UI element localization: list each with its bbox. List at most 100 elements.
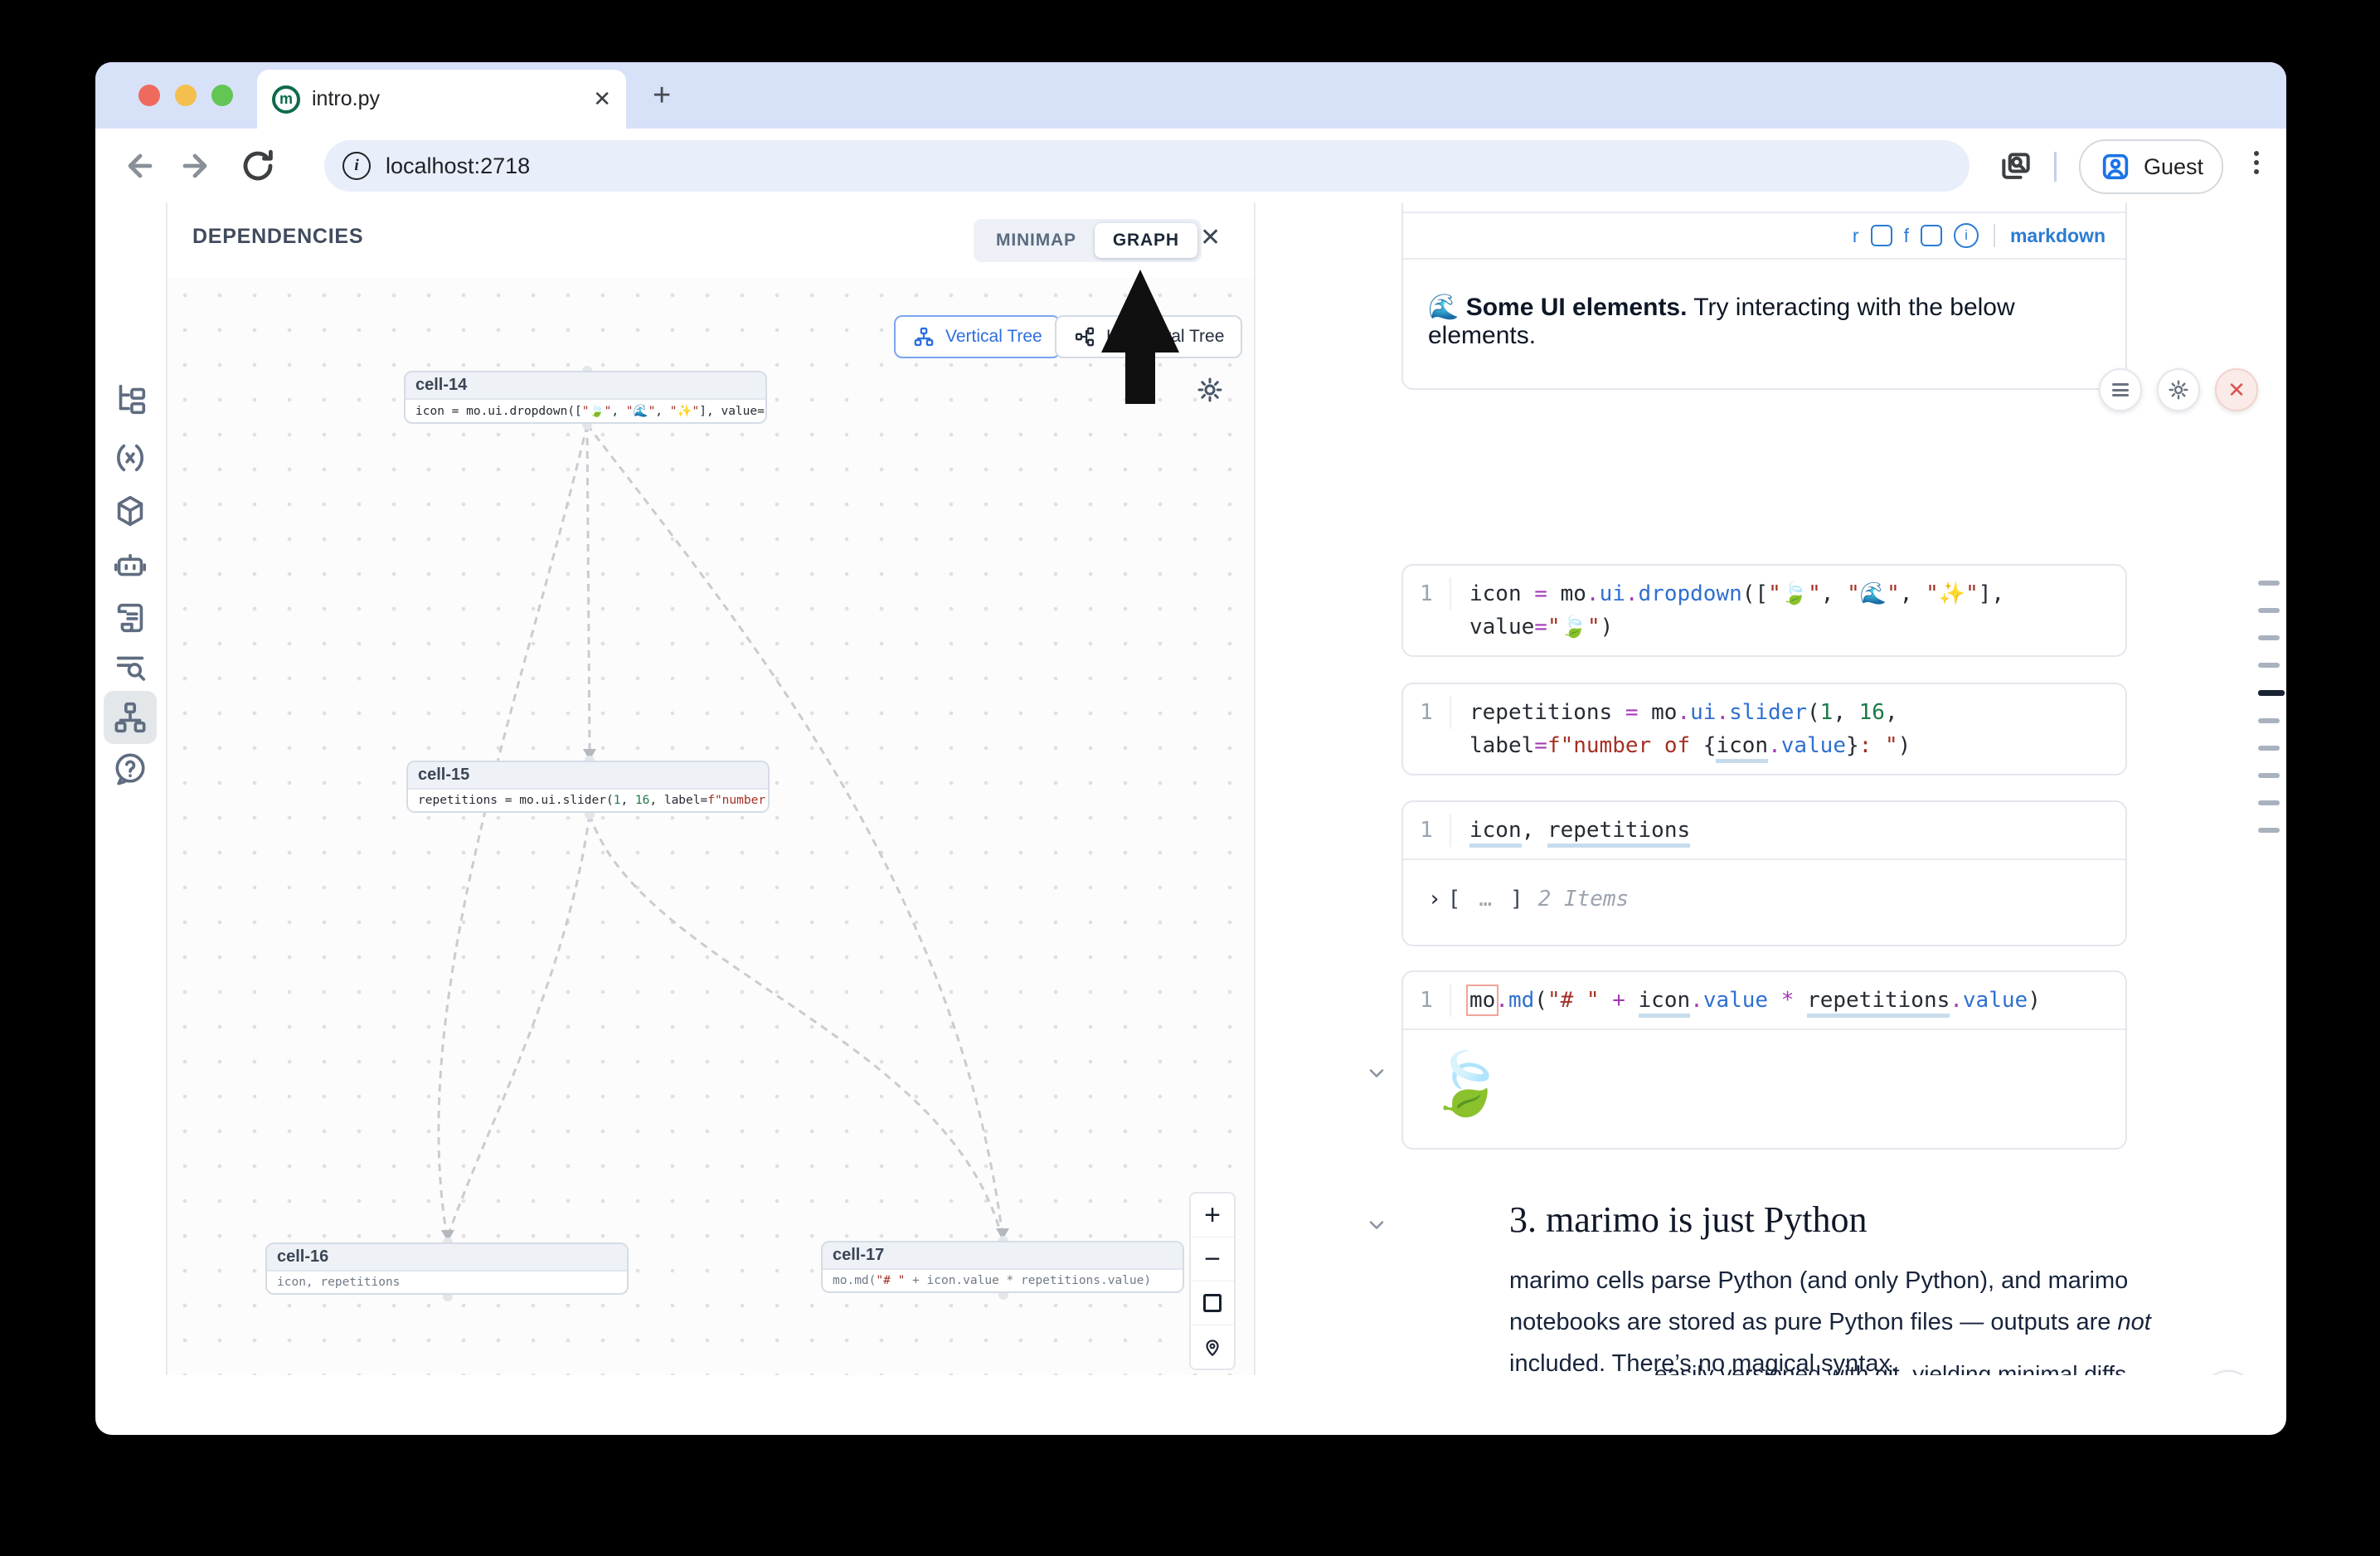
minimap-mark[interactable] bbox=[2258, 663, 2280, 668]
shutdown-button[interactable]: ✕ bbox=[2215, 368, 2258, 411]
cell-md-call[interactable]: 1 mo.md("# " + icon.value * repetitions.… bbox=[1401, 970, 2127, 1150]
cell-output: › [ … ] 2 Items bbox=[1403, 858, 2125, 945]
sidebar-item-ai-assistant[interactable] bbox=[104, 539, 157, 592]
line-number: 1 bbox=[1403, 696, 1451, 729]
file-tree-icon bbox=[111, 381, 149, 419]
graph-settings-icon[interactable] bbox=[1194, 374, 1226, 406]
cell-minimap bbox=[2258, 581, 2285, 833]
horizontal-tree-icon bbox=[1073, 325, 1096, 348]
minimap-mark[interactable] bbox=[2258, 800, 2280, 805]
code-editor[interactable]: repetitions = mo.ui.slider(1, 16, label=… bbox=[1451, 696, 1929, 762]
browser-tab-strip: m intro.py ✕ + bbox=[95, 62, 2286, 129]
zoom-in-button[interactable]: + bbox=[1191, 1194, 1234, 1238]
leaf-emoji-output: 🍃 bbox=[1428, 1053, 2101, 1115]
tab-graph[interactable]: GRAPH bbox=[1095, 223, 1197, 258]
zoom-out-button[interactable]: − bbox=[1191, 1238, 1234, 1281]
graph-node-cell-16[interactable]: cell-16 icon, repetitions bbox=[265, 1242, 629, 1295]
cell-slider[interactable]: 1 repetitions = mo.ui.slider(1, 16, labe… bbox=[1401, 683, 2127, 776]
traffic-light-close[interactable] bbox=[138, 85, 160, 106]
tab-minimap[interactable]: MINIMAP bbox=[978, 223, 1095, 258]
info-icon[interactable]: i bbox=[1954, 223, 1979, 248]
traffic-light-zoom[interactable] bbox=[211, 85, 233, 106]
sidebar-item-dependency-graph[interactable] bbox=[104, 691, 157, 744]
tab-close-icon[interactable]: ✕ bbox=[593, 86, 611, 112]
marimo-app: DEPENDENCIES MINIMAP GRAPH ✕ bbox=[95, 203, 2286, 1375]
code-editor[interactable]: mo.md("# " + icon.value * repetitions.va… bbox=[1451, 984, 2059, 1017]
section-collapse-icon[interactable] bbox=[1365, 1213, 1388, 1237]
minimap-mark[interactable] bbox=[2258, 581, 2280, 586]
fit-view-icon bbox=[1203, 1294, 1222, 1312]
avatar-icon bbox=[2099, 150, 2132, 183]
sidebar-item-variables[interactable] bbox=[104, 431, 157, 484]
cell-menu-button[interactable] bbox=[2099, 368, 2142, 411]
sidebar-item-packages[interactable] bbox=[104, 485, 157, 538]
profile-button[interactable]: Guest bbox=[2079, 139, 2223, 194]
graph-node-cell-17[interactable]: cell-17 mo.md("# " + icon.value * repeti… bbox=[821, 1241, 1184, 1293]
markdown-output: 🌊 Some UI elements. Try interacting with… bbox=[1403, 258, 2125, 388]
reactive-toggle[interactable] bbox=[1871, 225, 1892, 246]
tab-title: intro.py bbox=[312, 87, 593, 111]
traffic-light-minimize[interactable] bbox=[175, 85, 197, 106]
marimo-favicon: m bbox=[272, 85, 300, 114]
new-tab-button[interactable]: + bbox=[653, 80, 671, 110]
browser-tab[interactable]: m intro.py ✕ bbox=[257, 70, 626, 129]
sidebar-item-file-explorer[interactable] bbox=[104, 373, 157, 426]
minimap-mark[interactable] bbox=[2258, 828, 2280, 833]
site-info-icon[interactable]: i bbox=[342, 152, 371, 180]
minimap-mark[interactable] bbox=[2258, 690, 2285, 696]
cell-dropdown[interactable]: 1 icon = mo.ui.dropdown(["🍃", "🌊", "✨"],… bbox=[1401, 564, 2127, 657]
ellipsis: … bbox=[1479, 887, 1492, 912]
code-editor[interactable]: icon, repetitions bbox=[1451, 814, 1708, 847]
graph-node-cell-14[interactable]: cell-14 icon = mo.ui.dropdown(["🍃", "🌊",… bbox=[404, 371, 767, 424]
url-bar[interactable]: i localhost:2718 bbox=[324, 140, 1970, 192]
line-number: 1 bbox=[1403, 814, 1451, 847]
sidebar-item-snippets[interactable] bbox=[104, 641, 157, 694]
sidebar-item-scratchpad[interactable] bbox=[104, 591, 157, 644]
node-title: cell-14 bbox=[406, 372, 765, 400]
help-icon bbox=[111, 750, 149, 788]
node-code: icon = mo.ui.dropdown(["🍃", "🌊", "✨"], v… bbox=[406, 400, 765, 422]
format-toggle[interactable] bbox=[1921, 225, 1942, 246]
minimap-mark[interactable] bbox=[2258, 773, 2280, 778]
clipped-list-item: easily versioned with git, yielding mini… bbox=[1654, 1361, 2235, 1375]
panel-close-icon[interactable]: ✕ bbox=[1200, 223, 1221, 252]
fit-view-button[interactable] bbox=[1191, 1281, 1234, 1325]
minimap-mark[interactable] bbox=[2258, 746, 2280, 751]
graph-node-cell-15[interactable]: cell-15 repetitions = mo.ui.slider(1, 16… bbox=[406, 761, 770, 813]
browser-toolbar: i localhost:2718 Guest bbox=[95, 129, 2286, 203]
forward-icon[interactable] bbox=[178, 146, 218, 186]
back-icon[interactable] bbox=[120, 146, 160, 186]
profile-label: Guest bbox=[2144, 154, 2203, 180]
menu-icon bbox=[2112, 381, 2129, 400]
scroll-icon bbox=[111, 599, 149, 637]
minimap-mark[interactable] bbox=[2258, 718, 2280, 723]
node-code: mo.md("# " + icon.value * repetitions.va… bbox=[823, 1270, 1183, 1291]
format-toggle-label: f bbox=[1904, 225, 1909, 247]
view-switcher: MINIMAP GRAPH bbox=[974, 219, 1202, 262]
browser-menu-icon[interactable] bbox=[2248, 147, 2265, 178]
tab-search-icon[interactable] bbox=[1998, 148, 2034, 185]
cell-footer: r f i markdown bbox=[1403, 212, 2125, 258]
sidebar-item-help[interactable] bbox=[104, 742, 157, 795]
notebook-pane: 1 **🌊 Some UI elements.** Try interactin… bbox=[1256, 203, 2286, 1375]
reactive-toggle-label: r bbox=[1853, 225, 1859, 247]
dependency-graph-icon bbox=[111, 698, 149, 737]
dependencies-header: DEPENDENCIES MINIMAP GRAPH ✕ bbox=[168, 203, 1254, 280]
minimap-mark[interactable] bbox=[2258, 608, 2280, 613]
cell-markdown-source[interactable]: 1 **🌊 Some UI elements.** Try interactin… bbox=[1401, 203, 2127, 390]
cell-refs[interactable]: 1 icon, repetitions › [ … ] 2 Items bbox=[1401, 800, 2127, 946]
cell-settings-button[interactable] bbox=[2157, 368, 2200, 411]
line-number: 1 bbox=[1403, 984, 1451, 1017]
dependency-graph-canvas[interactable]: Vertical Tree Horizontal Tree cell-14 ic… bbox=[168, 278, 1254, 1375]
language-label[interactable]: markdown bbox=[2010, 225, 2106, 247]
close-icon: ✕ bbox=[2227, 377, 2246, 403]
node-title: cell-16 bbox=[267, 1244, 627, 1272]
expand-chevron[interactable]: › bbox=[1428, 887, 1441, 912]
collapse-chevron-icon[interactable] bbox=[1365, 1062, 1388, 1085]
reload-icon[interactable] bbox=[238, 146, 278, 186]
interactive-lock-button[interactable] bbox=[1191, 1325, 1234, 1369]
minimap-mark[interactable] bbox=[2258, 635, 2280, 640]
vertical-tree-button[interactable]: Vertical Tree bbox=[894, 315, 1061, 358]
code-editor[interactable]: icon = mo.ui.dropdown(["🍃", "🌊", "✨"], v… bbox=[1451, 577, 2023, 644]
browser-window: m intro.py ✕ + i localhost:2718 Guest bbox=[95, 62, 2286, 1435]
